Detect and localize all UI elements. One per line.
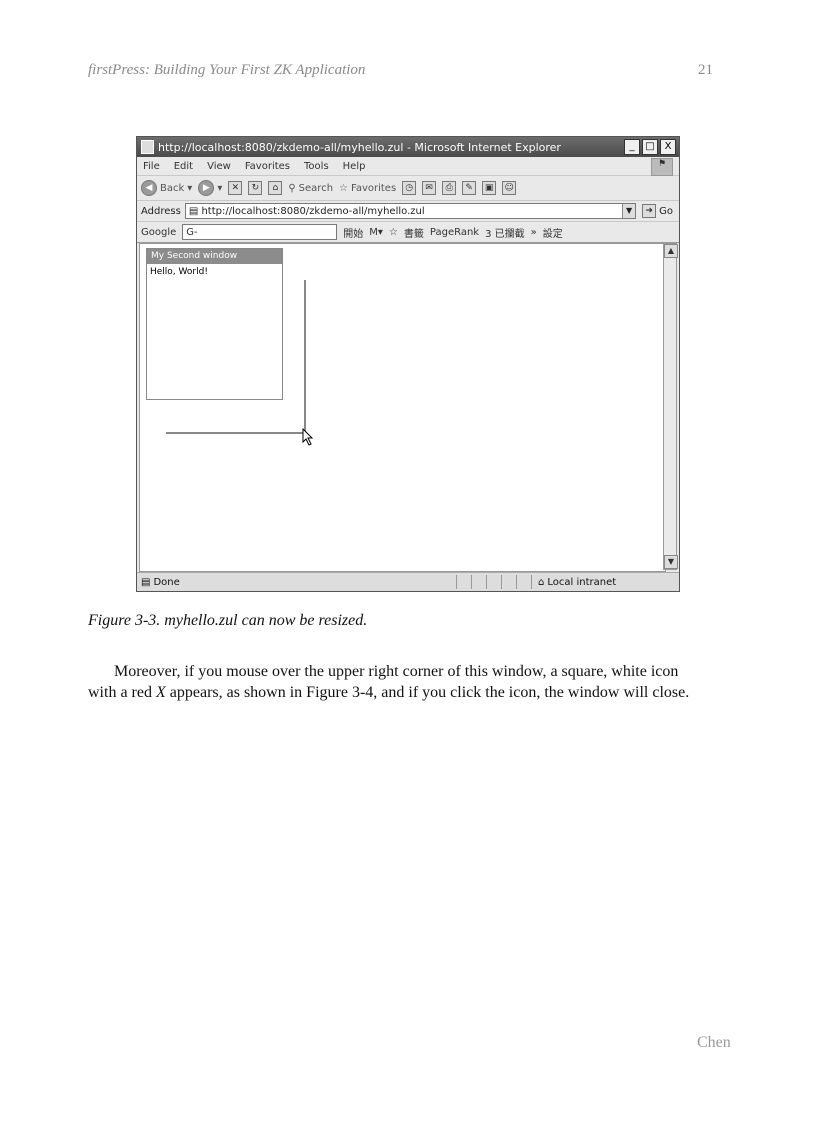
google-logo: Google <box>141 226 177 238</box>
favorites-button[interactable]: ☆ Favorites <box>339 183 396 194</box>
zk-window-content: Hello, World! <box>150 267 208 277</box>
status-segment <box>486 575 501 589</box>
mail-icon[interactable]: ✉ <box>422 181 437 195</box>
address-label: Address <box>141 205 181 217</box>
menu-favorites[interactable]: Favorites <box>245 161 290 172</box>
go-button[interactable]: ➜ Go <box>642 204 679 218</box>
scroll-down-icon[interactable]: ▼ <box>664 555 678 569</box>
status-segment <box>516 575 531 589</box>
history-icon[interactable]: ◷ <box>402 181 417 195</box>
page-done-icon: ▤ <box>141 576 151 588</box>
google-search-input[interactable]: G- <box>182 224 338 240</box>
home-icon[interactable]: ⌂ <box>268 181 283 195</box>
star-icon[interactable]: ☆ <box>389 227 398 238</box>
search-button[interactable]: ⚲ Search <box>288 183 333 194</box>
close-button[interactable]: X <box>660 139 676 155</box>
forward-button[interactable]: ▶ ▾ <box>198 180 222 196</box>
gmail-icon[interactable]: M▾ <box>369 227 383 238</box>
scroll-up-icon[interactable]: ▲ <box>664 244 678 258</box>
more-icon[interactable]: » <box>531 227 537 238</box>
resize-outline-bottom <box>166 432 306 434</box>
back-arrow-icon: ◀ <box>141 180 157 196</box>
zk-window-title: My Second window <box>147 249 282 264</box>
windows-logo-icon: ⚑ <box>651 158 673 176</box>
go-label: Go <box>659 205 673 217</box>
status-segment <box>471 575 486 589</box>
security-zone[interactable]: ⌂ Local intranet <box>531 575 616 589</box>
menu-help[interactable]: Help <box>343 161 366 172</box>
stop-icon[interactable]: ✕ <box>228 181 243 195</box>
browser-window: http://localhost:8080/zkdemo-all/myhello… <box>136 136 680 592</box>
address-url: http://localhost:8080/zkdemo-all/myhello… <box>201 205 425 217</box>
resize-outline-right <box>304 280 306 432</box>
popup-blocker[interactable]: 3 已攔截 <box>485 225 525 240</box>
page-number: 21 <box>698 62 713 78</box>
page-viewport: My Second window Hello, World! <box>139 243 666 572</box>
menu-tools[interactable]: Tools <box>304 161 329 172</box>
status-text: Done <box>153 576 180 588</box>
page-icon: ▤ <box>188 205 202 217</box>
address-input[interactable]: ▤ http://localhost:8080/zkdemo-all/myhel… <box>184 203 637 219</box>
browser-titlebar[interactable]: http://localhost:8080/zkdemo-all/myhello… <box>137 137 679 157</box>
google-toolbar: Google G- 開始 M▾ ☆ 書籤 PageRank 3 已攔截 » 設定 <box>137 222 679 243</box>
status-segment <box>501 575 516 589</box>
chevron-down-icon: ▾ <box>217 182 223 194</box>
settings-button[interactable]: 設定 <box>543 225 563 240</box>
favorites-label: Favorites <box>351 182 397 194</box>
address-bar: Address ▤ http://localhost:8080/zkdemo-a… <box>137 201 679 222</box>
body-paragraph: Moreover, if you mouse over the upper ri… <box>88 661 708 703</box>
menu-edit[interactable]: Edit <box>174 161 193 172</box>
menu-file[interactable]: File <box>143 161 160 172</box>
status-segment <box>456 575 471 589</box>
refresh-icon[interactable]: ↻ <box>248 181 263 195</box>
status-bar: ▤ Done ⌂ Local intranet <box>137 572 679 591</box>
running-header-title: firstPress: Building Your First ZK Appli… <box>88 62 366 78</box>
pagerank-indicator: PageRank <box>429 226 480 238</box>
back-label: Back <box>160 182 185 194</box>
chevron-down-icon[interactable]: ▼ <box>622 204 636 218</box>
back-button[interactable]: ◀ Back ▾ <box>141 180 192 196</box>
mouse-cursor-icon <box>302 428 314 446</box>
messenger-icon[interactable]: ☺ <box>502 181 517 195</box>
browser-title: http://localhost:8080/zkdemo-all/myhello… <box>158 140 561 154</box>
figure-caption: Figure 3-3. myhello.zul can now be resiz… <box>88 612 368 629</box>
star-icon: ☆ <box>339 182 348 194</box>
maximize-button[interactable]: □ <box>642 139 658 155</box>
discuss-icon[interactable]: ▣ <box>482 181 497 195</box>
minimize-button[interactable]: _ <box>624 139 640 155</box>
menu-view[interactable]: View <box>207 161 231 172</box>
search-icon: ⚲ <box>288 182 296 194</box>
google-field-value: G- <box>186 226 198 238</box>
paragraph-text: appears, as shown in Figure 3-4, and if … <box>165 684 690 701</box>
ie-page-icon <box>141 140 154 154</box>
standard-toolbar: ◀ Back ▾ ▶ ▾ ✕ ↻ ⌂ ⚲ Search ☆ Favorites … <box>137 176 679 201</box>
google-search-button[interactable]: 開始 <box>343 225 363 240</box>
intranet-icon: ⌂ <box>538 576 545 588</box>
bookmarks-button[interactable]: 書籤 <box>404 225 424 240</box>
zone-text: Local intranet <box>547 576 617 588</box>
go-arrow-icon: ➜ <box>642 204 657 218</box>
print-icon[interactable]: ⎙ <box>442 181 457 195</box>
chevron-down-icon: ▾ <box>187 182 193 194</box>
search-label: Search <box>298 182 334 194</box>
vertical-scrollbar[interactable]: ▲ ▼ <box>663 243 678 570</box>
paragraph-emphasis: X <box>155 684 166 701</box>
footer-author: Chen <box>697 1034 731 1051</box>
forward-arrow-icon: ▶ <box>198 180 215 196</box>
menu-bar: File Edit View Favorites Tools Help ⚑ <box>137 157 679 176</box>
zk-window[interactable]: My Second window Hello, World! <box>146 248 283 400</box>
edit-icon[interactable]: ✎ <box>462 181 477 195</box>
